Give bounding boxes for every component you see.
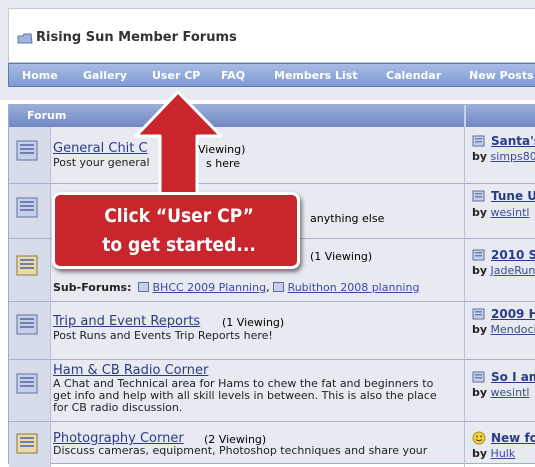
callout-box: Click “User CP” to get started... <box>52 192 300 269</box>
callout-line-2: to get started... <box>102 234 256 256</box>
callout-line-1: Click “User CP” <box>104 205 254 227</box>
